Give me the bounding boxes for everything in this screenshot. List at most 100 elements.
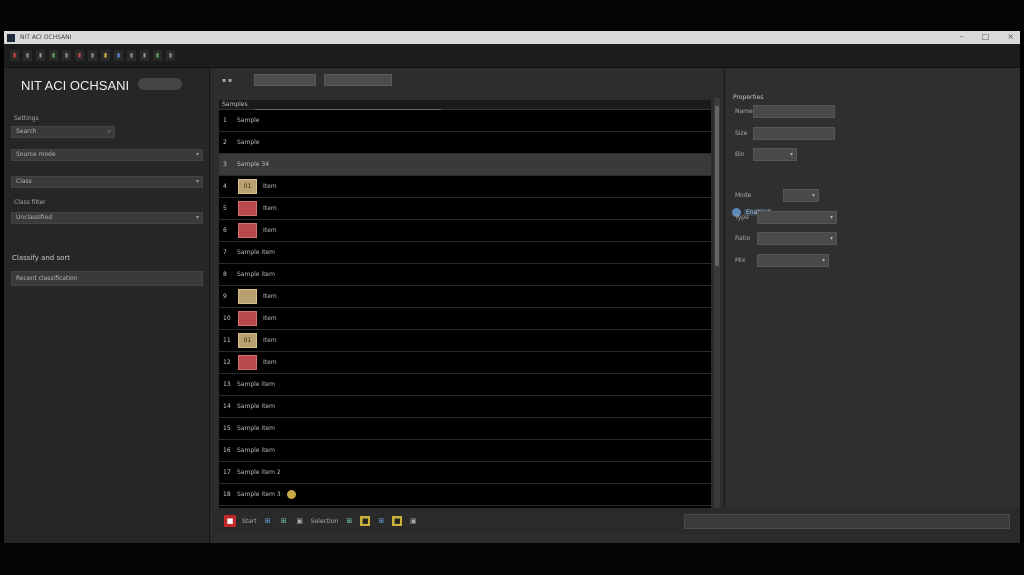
bottom-tool-icon[interactable]: ▣ — [295, 516, 305, 526]
bottom-tool-icon[interactable]: ⊞ — [263, 516, 273, 526]
list-item[interactable]: 13 Sample item — [219, 374, 711, 396]
bottom-tool-icon[interactable]: ■ — [392, 516, 403, 526]
list-item[interactable]: 8 Sample item — [219, 264, 711, 286]
row-number: 18 — [223, 491, 231, 498]
row-thumbnail: 01 — [238, 179, 257, 194]
list-item[interactable]: 16 Sample item — [219, 440, 711, 462]
list-item[interactable]: 7 Sample item — [219, 242, 711, 264]
toolbar-button-13[interactable]: ▮ — [166, 50, 175, 61]
row-number: 13 — [223, 381, 231, 388]
bottom-tool-icon[interactable]: ■ — [224, 515, 236, 527]
property-field[interactable]: ▾ — [757, 211, 837, 224]
minimize-icon[interactable]: – — [960, 32, 964, 41]
class-filter-label: Class filter — [14, 199, 46, 206]
toolbar-button-5[interactable]: ▮ — [62, 50, 71, 61]
toolbar-button-12[interactable]: ▮ — [153, 50, 162, 61]
search-icon: ⌕ — [107, 128, 111, 135]
source-mode-select[interactable]: Source mode ▾ — [11, 149, 203, 161]
app-icon — [7, 33, 15, 42]
row-name: Sample item 2 — [237, 469, 281, 476]
row-number: 8 — [223, 271, 227, 278]
row-thumbnail: 01 — [238, 333, 257, 348]
toolbar-button-11[interactable]: ▮ — [140, 50, 149, 61]
toolbar-button-3[interactable]: ▮ — [36, 50, 45, 61]
recent-classification-button[interactable]: Recent classification — [11, 271, 203, 286]
row-thumbnail — [238, 223, 257, 238]
property-label: Name — [735, 108, 753, 115]
toolbar-button-1[interactable]: ▮ — [10, 50, 19, 61]
unclassified-select[interactable]: Unclassified ▾ — [11, 212, 203, 224]
bottom-tool-label: Start — [242, 517, 257, 525]
row-name: Item — [263, 315, 277, 322]
chevron-down-icon: ▾ — [811, 192, 815, 199]
row-name: Sample — [237, 117, 260, 124]
list-item[interactable]: 10 Item — [219, 308, 711, 330]
list-item[interactable]: 9 Item — [219, 286, 711, 308]
list-item[interactable]: 17 Sample item 2 — [219, 462, 711, 484]
row-number: 12 — [223, 359, 231, 366]
toolbar-button-9[interactable]: ▮ — [114, 50, 123, 61]
row-name: Item — [263, 293, 277, 300]
list-scrollbar[interactable] — [714, 98, 720, 510]
list-item[interactable]: 11 01 Item — [219, 330, 711, 352]
property-label: Mix — [735, 257, 746, 264]
row-number: 3 — [223, 161, 227, 168]
bottom-tool-icon[interactable]: ⊞ — [279, 516, 289, 526]
class-select[interactable]: Class ▾ — [11, 176, 203, 188]
list-item[interactable]: 15 Sample item — [219, 418, 711, 440]
list-header-label: Samples — [222, 101, 248, 108]
property-field[interactable]: ▾ — [753, 148, 797, 161]
row-name: Sample item — [237, 425, 275, 432]
sample-list: Samples 1 Sample 2 Sample 3 Sample 34 4 01 Item 5… — [219, 100, 711, 510]
property-field[interactable] — [753, 105, 835, 118]
row-name: Sample item — [237, 249, 275, 256]
app-name: NIT ACI OCHSANI — [21, 78, 130, 93]
close-icon[interactable]: × — [1007, 32, 1014, 41]
search-field-value: Search — [16, 128, 37, 135]
toolbar-button-4[interactable]: ▮ — [49, 50, 58, 61]
filter-chip-1[interactable] — [254, 74, 316, 86]
letterbox-bottom — [0, 543, 1024, 575]
row-name: Item — [263, 205, 277, 212]
list-item[interactable]: 12 Item — [219, 352, 711, 374]
chevron-down-icon: ▾ — [829, 214, 833, 221]
list-item[interactable]: 18 Sample item 3 — [219, 484, 711, 506]
maximize-icon[interactable]: □ — [982, 32, 990, 41]
property-field[interactable] — [753, 127, 835, 140]
property-field[interactable]: ▾ — [757, 254, 829, 267]
filter-chip-2[interactable] — [324, 74, 392, 86]
sidebar-note: Classify and sort — [12, 254, 71, 262]
chevron-down-icon: ▾ — [195, 214, 199, 221]
center-toolbar: ▪ ▪ — [214, 68, 722, 94]
bottom-tool-icon[interactable]: ▣ — [408, 516, 418, 526]
filter-label: ▪ ▪ — [222, 77, 233, 84]
list-item[interactable]: 1 Sample — [219, 110, 711, 132]
unclassified-value: Unclassified — [16, 214, 53, 221]
search-field[interactable]: Search ⌕ — [11, 126, 115, 138]
command-input[interactable] — [684, 514, 1010, 529]
bottom-tool-icon[interactable]: ⊞ — [376, 516, 386, 526]
toolbar-button-2[interactable]: ▮ — [23, 50, 32, 61]
list-item[interactable]: 6 Item — [219, 220, 711, 242]
list-item[interactable]: 5 Item — [219, 198, 711, 220]
bottom-tool-icon[interactable]: ⊞ — [344, 516, 354, 526]
properties-title: Properties — [733, 94, 764, 101]
list-item[interactable]: 3 Sample 34 — [219, 154, 711, 176]
bottom-tool-icon[interactable]: ■ — [360, 516, 371, 526]
row-name: Item — [263, 227, 277, 234]
status-badge-icon — [286, 490, 296, 499]
toolbar-button-8[interactable]: ▮ — [101, 50, 110, 61]
center-panel: ▪ ▪ Samples 1 Sample 2 Sample 3 Sample 34 4 01 I… — [214, 68, 722, 543]
toolbar: ▮ ▮ ▮ ▮ ▮ ▮ ▮ ▮ ▮ ▮ ▮ ▮ ▮ — [4, 44, 1020, 68]
scrollbar-thumb[interactable] — [715, 106, 719, 266]
list-item[interactable]: 14 Sample item — [219, 396, 711, 418]
toolbar-button-6[interactable]: ▮ — [75, 50, 84, 61]
property-field[interactable]: ▾ — [757, 232, 837, 245]
toolbar-button-7[interactable]: ▮ — [88, 50, 97, 61]
list-item[interactable]: 2 Sample — [219, 132, 711, 154]
section-label: Settings — [14, 115, 39, 122]
list-item[interactable]: 4 01 Item — [219, 176, 711, 198]
property-field[interactable]: ▾ — [783, 189, 819, 202]
toolbar-button-10[interactable]: ▮ — [127, 50, 136, 61]
row-thumbnail — [238, 311, 257, 326]
